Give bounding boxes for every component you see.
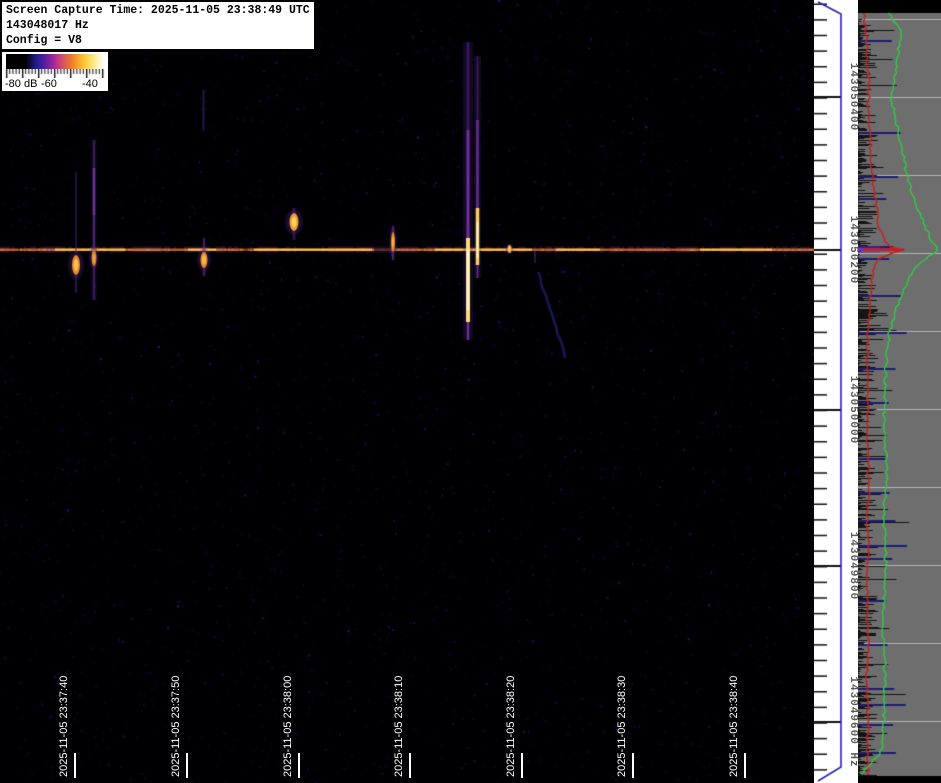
time-axis-tick xyxy=(409,753,411,778)
time-axis-label: 2025-11-05 23:38:20 xyxy=(505,657,519,777)
scale-label-max: -40 xyxy=(82,78,98,90)
time-axis-tick xyxy=(521,753,523,778)
time-axis-tick xyxy=(298,753,300,778)
spectrogram-window: 2025-11-05 23:37:40 2025-11-05 23:37:50 20… xyxy=(0,0,941,783)
time-axis-tick xyxy=(744,753,746,778)
intensity-color-scale: -80 dB -60 -40 xyxy=(2,52,108,91)
config-text: Config = V8 xyxy=(6,33,310,48)
scale-ticks xyxy=(4,69,108,78)
color-gradient-bar xyxy=(6,54,105,69)
scale-label-min: -80 dB xyxy=(5,78,37,90)
time-axis-tick xyxy=(74,753,76,778)
waterfall-display xyxy=(0,0,814,783)
frequency-axis-ticks xyxy=(814,0,858,783)
tuned-frequency-text: 143048017 Hz xyxy=(6,18,310,33)
scale-label-mid: -60 xyxy=(41,78,57,90)
time-axis-label: 2025-11-05 23:37:50 xyxy=(170,657,184,777)
time-axis-label: 2025-11-05 23:38:40 xyxy=(728,657,742,777)
time-axis-label: 2025-11-05 23:37:40 xyxy=(58,657,72,777)
time-axis-tick xyxy=(186,753,188,778)
capture-time-text: Screen Capture Time: 2025-11-05 23:38:49… xyxy=(6,3,310,18)
time-axis-label: 2025-11-05 23:38:30 xyxy=(616,657,630,777)
scale-labels: -80 dB -60 -40 xyxy=(2,78,108,91)
time-axis-tick xyxy=(632,753,634,778)
frequency-axis xyxy=(814,0,858,783)
time-axis-label: 2025-11-05 23:38:10 xyxy=(393,657,407,777)
spectrum-panel xyxy=(858,0,941,783)
time-axis-label: 2025-11-05 23:38:00 xyxy=(282,657,296,777)
capture-info-box: Screen Capture Time: 2025-11-05 23:38:49… xyxy=(2,2,314,49)
